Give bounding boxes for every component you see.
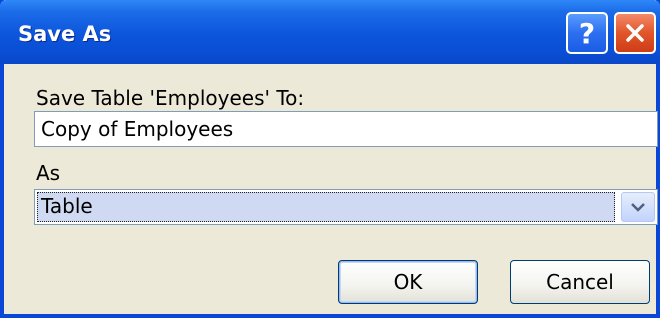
cancel-button[interactable]: Cancel [510,260,650,304]
save-as-dialog: Save As ? Save Table 'Employees' To: Cop… [0,0,660,318]
save-to-label: Save Table 'Employees' To: [36,86,305,110]
close-icon [626,24,644,42]
title-bar[interactable]: Save As ? [0,0,660,64]
help-icon: ? [578,16,596,50]
dialog-body: Save Table 'Employees' To: Copy of Emplo… [4,64,658,314]
name-input[interactable]: Copy of Employees [34,111,658,147]
chevron-down-icon [631,203,645,212]
as-dropdown[interactable]: Table [34,189,658,225]
close-button[interactable] [614,12,656,54]
dropdown-arrow-button[interactable] [621,192,655,222]
as-dropdown-value[interactable]: Table [37,192,615,222]
as-label: As [36,161,61,185]
dialog-title: Save As [18,22,112,46]
ok-button[interactable]: OK [338,260,478,304]
help-button[interactable]: ? [566,12,608,54]
